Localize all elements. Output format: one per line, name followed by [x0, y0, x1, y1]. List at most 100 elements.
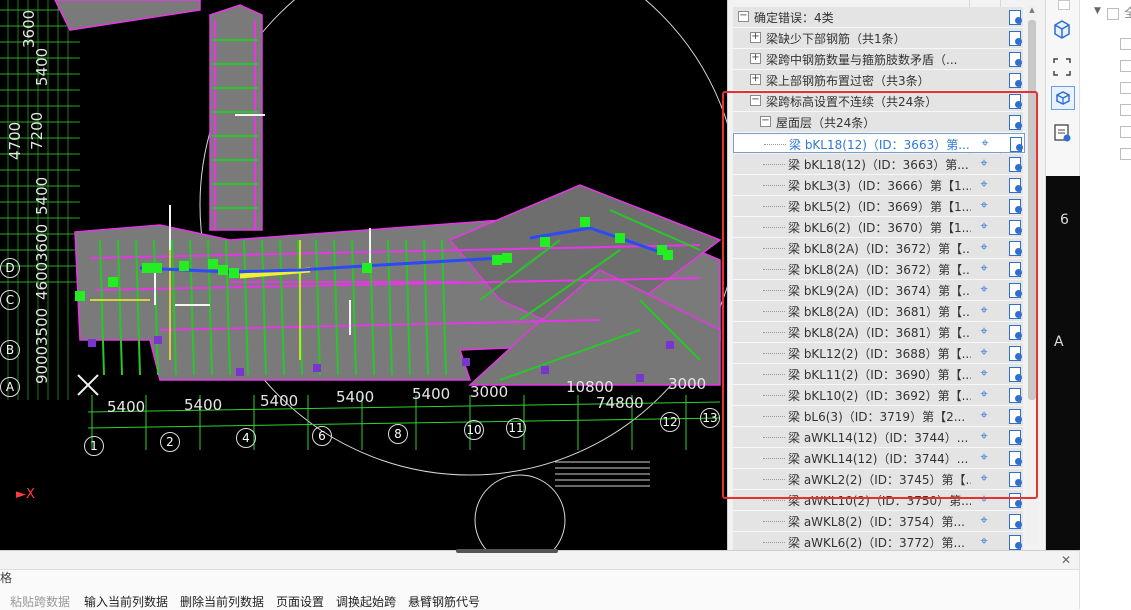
error-item-label: 梁 aWKL6(2)（ID：3772）第...: [788, 536, 965, 550]
cube-icon[interactable]: [1051, 18, 1073, 40]
scroll-up-arrow[interactable]: ▲: [1028, 6, 1036, 16]
reference-circle: [474, 474, 566, 550]
expand-icon[interactable]: +: [750, 74, 761, 85]
dim-label: 5400: [260, 392, 299, 410]
collapse-arrow-icon[interactable]: ▼: [1094, 6, 1101, 16]
dim-label: 3000: [470, 383, 509, 401]
checkbox[interactable]: [1120, 104, 1131, 116]
axis-marker: B: [0, 340, 20, 360]
crosshair-icon[interactable]: ⌖: [976, 534, 992, 550]
tree-group-row[interactable]: + 梁上部钢筋布置过密（共3条）: [733, 70, 1023, 91]
expand-icon[interactable]: +: [750, 32, 761, 43]
dim-label: 5400: [184, 396, 223, 414]
axis-marker: 6: [312, 426, 332, 446]
resize-handle[interactable]: [456, 549, 558, 553]
tree-connector: [763, 500, 785, 501]
dim-label: 5400: [33, 176, 51, 215]
panel-header: ✕: [0, 551, 1079, 570]
beam-node: [580, 217, 590, 227]
column-marker: [313, 364, 321, 372]
axis-label: A: [1054, 334, 1064, 350]
checkbox[interactable]: [1120, 60, 1131, 72]
beam-node: [540, 237, 550, 247]
tree-node-label: 梁跨中钢筋数量与箍筋肢数矛盾（...: [766, 53, 958, 67]
axis-marker: 13: [700, 408, 720, 428]
column-marker: [666, 341, 674, 349]
tree-root-row[interactable]: − 确定错误：4类: [733, 7, 1023, 28]
column-marker: [154, 336, 162, 344]
cad-geometry: [0, 0, 727, 550]
crosshair-icon[interactable]: ⌖: [976, 513, 992, 529]
checkbox[interactable]: [1120, 38, 1131, 50]
document-icon[interactable]: [1008, 51, 1022, 67]
axis-marker: A: [0, 377, 20, 397]
tree-group-row[interactable]: + 梁缺少下部钢筋（共1条）: [733, 28, 1023, 49]
beam-node: [179, 261, 189, 271]
tree-node-label: 确定错误：4类: [754, 11, 834, 25]
paste-span-data-button[interactable]: 粘贴跨数据: [10, 593, 70, 610]
property-label: 全: [1124, 6, 1131, 20]
tree-group-row[interactable]: + 梁跨中钢筋数量与箍筋肢数矛盾（...: [733, 49, 1023, 70]
checkbox[interactable]: [1107, 8, 1119, 20]
checkbox[interactable]: [1120, 148, 1131, 160]
dim-label: 5400: [336, 388, 375, 406]
beam-node: [218, 265, 228, 275]
close-icon[interactable]: ✕: [1061, 553, 1071, 567]
3d-view-icon[interactable]: [1051, 86, 1075, 110]
beam-node: [152, 263, 162, 273]
error-highlight-box: [722, 91, 1038, 499]
x-axis-indicator: ►X: [16, 487, 35, 502]
select-frame-icon[interactable]: [1051, 56, 1073, 78]
axis-marker: 2: [160, 432, 180, 452]
tree-connector: [763, 542, 785, 543]
beam-node: [108, 277, 118, 287]
property-panel: ▼ 全 6 A: [1046, 0, 1131, 609]
panel-title: 格: [0, 571, 13, 585]
cantilever-rebar-code-button[interactable]: 悬臂钢筋代号: [408, 593, 480, 610]
checkbox[interactable]: [1120, 126, 1131, 138]
dim-label: 4700: [6, 121, 24, 160]
cad-drawing-canvas[interactable]: 5400 5400 5400 5400 5400 3000 3000 10800…: [0, 0, 727, 550]
beam-node: [75, 291, 85, 301]
dim-label: 3000: [668, 375, 707, 393]
tree-node-label: 梁缺少下部钢筋（共1条）: [766, 32, 906, 46]
axis-marker: 8: [388, 424, 408, 444]
error-item-row[interactable]: 梁 aWKL8(2)（ID：3754）第... ⌖: [733, 511, 1023, 532]
document-icon[interactable]: [1008, 513, 1022, 529]
column-marker: [541, 366, 549, 374]
beam-node: [492, 255, 502, 265]
axis-marker: 1: [84, 436, 104, 456]
beam-node: [142, 263, 152, 273]
dim-label: 3600: [33, 223, 51, 262]
document-icon[interactable]: [1008, 534, 1022, 550]
axis-marker: 12: [660, 412, 680, 432]
axis-marker: 10: [464, 420, 484, 440]
cad-preview-strip: 6 A: [1046, 176, 1080, 550]
document-icon[interactable]: [1008, 9, 1022, 25]
panel-toggle[interactable]: [1058, 0, 1070, 10]
bottom-edit-panel: ✕ 格 粘贴跨数据 输入当前列数据 删除当前列数据 页面设置 调换起始跨 悬臂钢…: [0, 549, 1079, 610]
dim-label: 5400: [33, 47, 51, 86]
dim-label: 5400: [412, 385, 451, 403]
input-column-data-button[interactable]: 输入当前列数据: [84, 593, 168, 610]
expand-icon[interactable]: +: [750, 53, 761, 64]
axis-marker: 11: [506, 418, 526, 438]
dim-label: 5400: [107, 398, 146, 416]
axis-label: 6: [1060, 212, 1069, 228]
dim-label: 9000: [33, 345, 51, 384]
beam-node: [362, 263, 372, 273]
dim-label: 4600: [33, 261, 51, 300]
error-item-label: 梁 aWKL8(2)（ID：3754）第...: [788, 515, 965, 529]
delete-column-data-button[interactable]: 删除当前列数据: [180, 593, 264, 610]
document-icon[interactable]: [1008, 72, 1022, 88]
page-setup-button[interactable]: 页面设置: [276, 593, 324, 610]
dim-label: 7200: [28, 111, 46, 150]
report-view-icon[interactable]: [1051, 122, 1073, 144]
swap-start-span-button[interactable]: 调换起始跨: [336, 593, 396, 610]
beam-node: [208, 259, 218, 269]
checkbox[interactable]: [1120, 82, 1131, 94]
column-marker: [636, 374, 644, 382]
document-icon[interactable]: [1008, 30, 1022, 46]
beam-node: [663, 250, 673, 260]
collapse-icon[interactable]: −: [738, 11, 749, 22]
